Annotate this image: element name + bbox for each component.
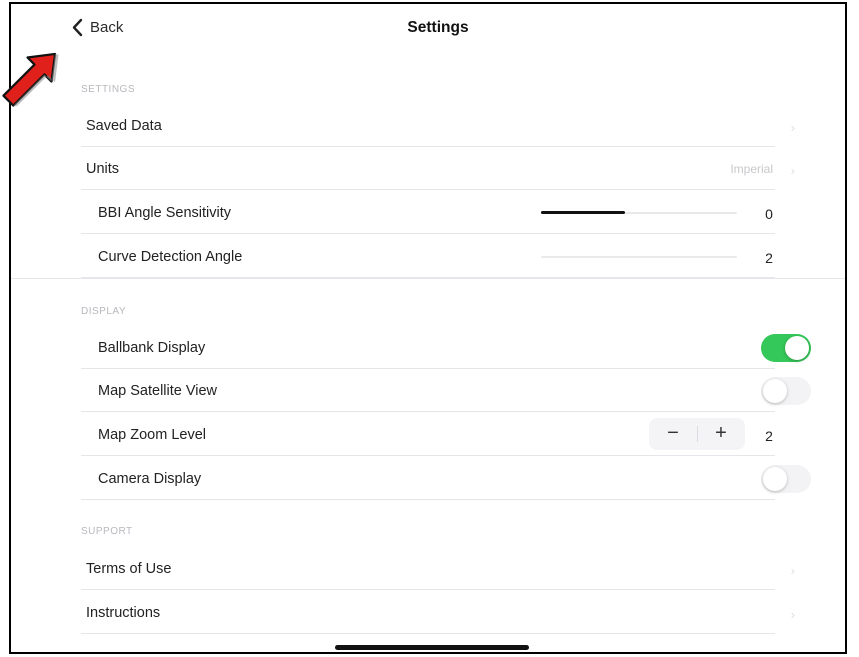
bbi-angle-slider[interactable] — [541, 211, 737, 215]
curve-detection-label: Curve Detection Angle — [98, 249, 243, 265]
row-units[interactable]: Units Imperial › — [81, 147, 795, 190]
row-camera-display: Camera Display — [81, 457, 811, 500]
home-indicator — [335, 645, 529, 650]
instructions-label: Instructions — [86, 605, 161, 621]
page-title: Settings — [407, 19, 469, 36]
row-saved-data[interactable]: Saved Data › — [81, 104, 795, 147]
row-bbi-angle-sensitivity: BBI Angle Sensitivity 0 — [81, 191, 775, 234]
map-satellite-label: Map Satellite View — [98, 383, 218, 399]
camera-display-label: Camera Display — [98, 471, 202, 487]
row-map-satellite-view: Map Satellite View — [81, 369, 811, 412]
slider-fill — [541, 211, 626, 214]
ballbank-display-label: Ballbank Display — [98, 340, 206, 356]
toggle-knob — [763, 467, 787, 491]
row-instructions[interactable]: Instructions › — [81, 591, 795, 634]
red-arrow-icon — [2, 52, 59, 107]
slider-track — [541, 256, 737, 258]
curve-detection-value: 2 — [765, 250, 773, 266]
ballbank-display-toggle[interactable] — [761, 334, 811, 362]
zoom-decrement-button[interactable]: − — [649, 422, 697, 445]
saved-data-label: Saved Data — [86, 118, 162, 134]
chevron-right-icon: › — [790, 120, 795, 135]
bbi-angle-label: BBI Angle Sensitivity — [98, 205, 231, 221]
section-divider — [11, 278, 845, 279]
row-terms-of-use[interactable]: Terms of Use › — [81, 547, 795, 590]
section-header-display: DISPLAY — [81, 306, 126, 317]
section-header-settings: SETTINGS — [81, 84, 136, 95]
camera-display-toggle[interactable] — [761, 465, 811, 493]
map-satellite-toggle[interactable] — [761, 377, 811, 405]
row-ballbank-display: Ballbank Display — [81, 326, 811, 369]
toggle-knob — [785, 336, 809, 360]
chevron-right-icon: › — [790, 163, 795, 178]
row-curve-detection-angle: Curve Detection Angle 2 — [81, 235, 775, 278]
bbi-angle-value: 0 — [765, 206, 773, 222]
navigation-bar: Back Settings — [11, 4, 845, 56]
curve-detection-slider[interactable] — [541, 255, 737, 259]
units-label: Units — [86, 161, 120, 177]
units-value: Imperial — [730, 162, 773, 176]
chevron-right-icon: › — [790, 607, 795, 622]
terms-of-use-label: Terms of Use — [86, 561, 172, 577]
zoom-increment-button[interactable]: + — [697, 422, 745, 445]
map-zoom-stepper: − + — [649, 418, 745, 450]
section-header-support: SUPPORT — [81, 526, 133, 537]
chevron-right-icon: › — [790, 563, 795, 578]
row-map-zoom-level: Map Zoom Level − + 2 — [81, 413, 775, 456]
toggle-knob — [763, 379, 787, 403]
settings-screen: Back Settings SETTINGS Saved Data › Unit… — [9, 2, 847, 654]
map-zoom-label: Map Zoom Level — [98, 427, 206, 443]
map-zoom-value: 2 — [765, 428, 773, 444]
